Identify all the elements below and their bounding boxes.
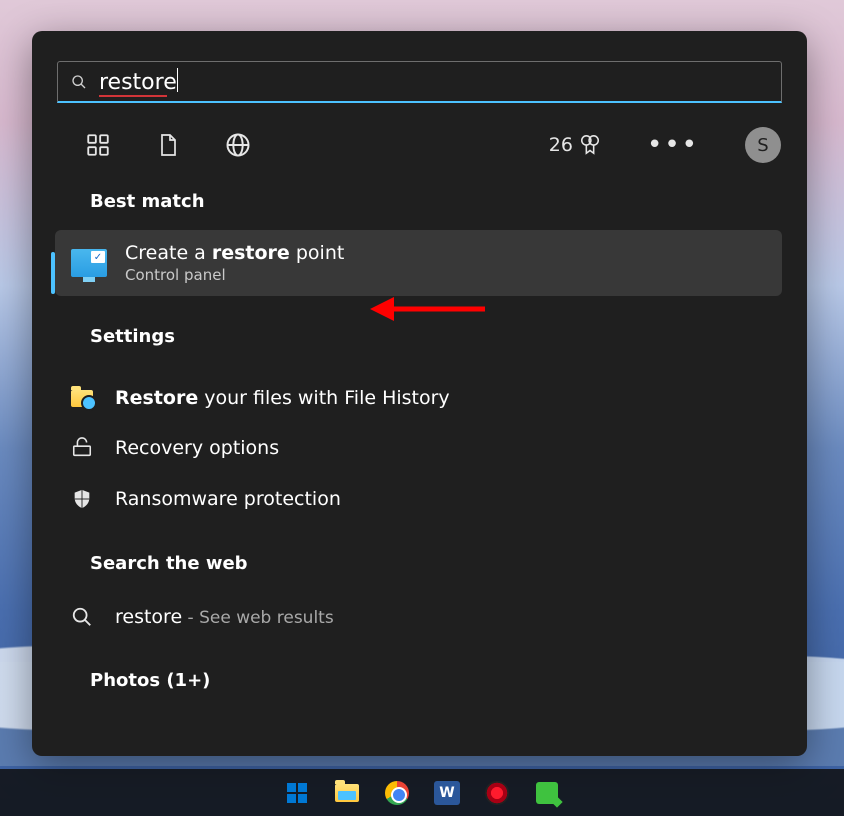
user-avatar[interactable]: S <box>745 127 781 163</box>
selection-accent <box>51 252 55 294</box>
section-best-match: Best match <box>90 191 782 212</box>
rewards-icon <box>579 133 601 157</box>
start-search-panel: restore 26 ••• <box>32 31 807 756</box>
shield-icon <box>71 487 93 511</box>
rewards-button[interactable]: 26 <box>549 133 601 157</box>
settings-item-label: Recovery options <box>115 437 279 459</box>
chat-app-icon[interactable] <box>533 779 561 807</box>
search-input-text[interactable]: restore <box>99 68 178 95</box>
chrome-icon[interactable] <box>383 779 411 807</box>
best-match-result[interactable]: ✓ Create a restore point Control panel <box>55 230 782 296</box>
settings-item-label: Ransomware protection <box>115 488 341 510</box>
settings-item-ransomware[interactable]: Ransomware protection <box>57 473 782 525</box>
file-explorer-icon[interactable] <box>333 779 361 807</box>
section-settings: Settings <box>90 326 782 347</box>
web-result-label: restore - See web results <box>115 606 334 628</box>
section-photos: Photos (1+) <box>90 670 782 691</box>
spellcheck-underline <box>99 95 167 97</box>
web-filter-icon[interactable] <box>224 131 252 159</box>
taskbar: W <box>0 769 844 816</box>
settings-item-file-history[interactable]: Restore your files with File History <box>57 373 782 423</box>
start-button[interactable] <box>283 779 311 807</box>
best-match-title: Create a restore point <box>125 242 344 264</box>
opera-icon[interactable] <box>483 779 511 807</box>
filter-row: 26 ••• S <box>84 127 781 163</box>
documents-filter-icon[interactable] <box>154 131 182 159</box>
folder-icon <box>71 390 93 407</box>
word-icon[interactable]: W <box>433 779 461 807</box>
settings-item-label: Restore your files with File History <box>115 387 450 409</box>
search-icon <box>71 74 87 90</box>
web-result[interactable]: restore - See web results <box>57 592 782 642</box>
apps-filter-icon[interactable] <box>84 131 112 159</box>
more-button[interactable]: ••• <box>643 132 703 158</box>
best-match-subtitle: Control panel <box>125 266 344 284</box>
search-value: restore <box>99 70 177 95</box>
settings-item-recovery[interactable]: Recovery options <box>57 423 782 473</box>
avatar-letter: S <box>757 135 768 156</box>
section-search-web: Search the web <box>90 553 782 574</box>
rewards-points: 26 <box>549 134 573 156</box>
search-box[interactable]: restore <box>57 61 782 103</box>
recovery-icon <box>70 437 94 459</box>
system-properties-icon: ✓ <box>71 249 107 277</box>
search-icon <box>71 606 93 628</box>
